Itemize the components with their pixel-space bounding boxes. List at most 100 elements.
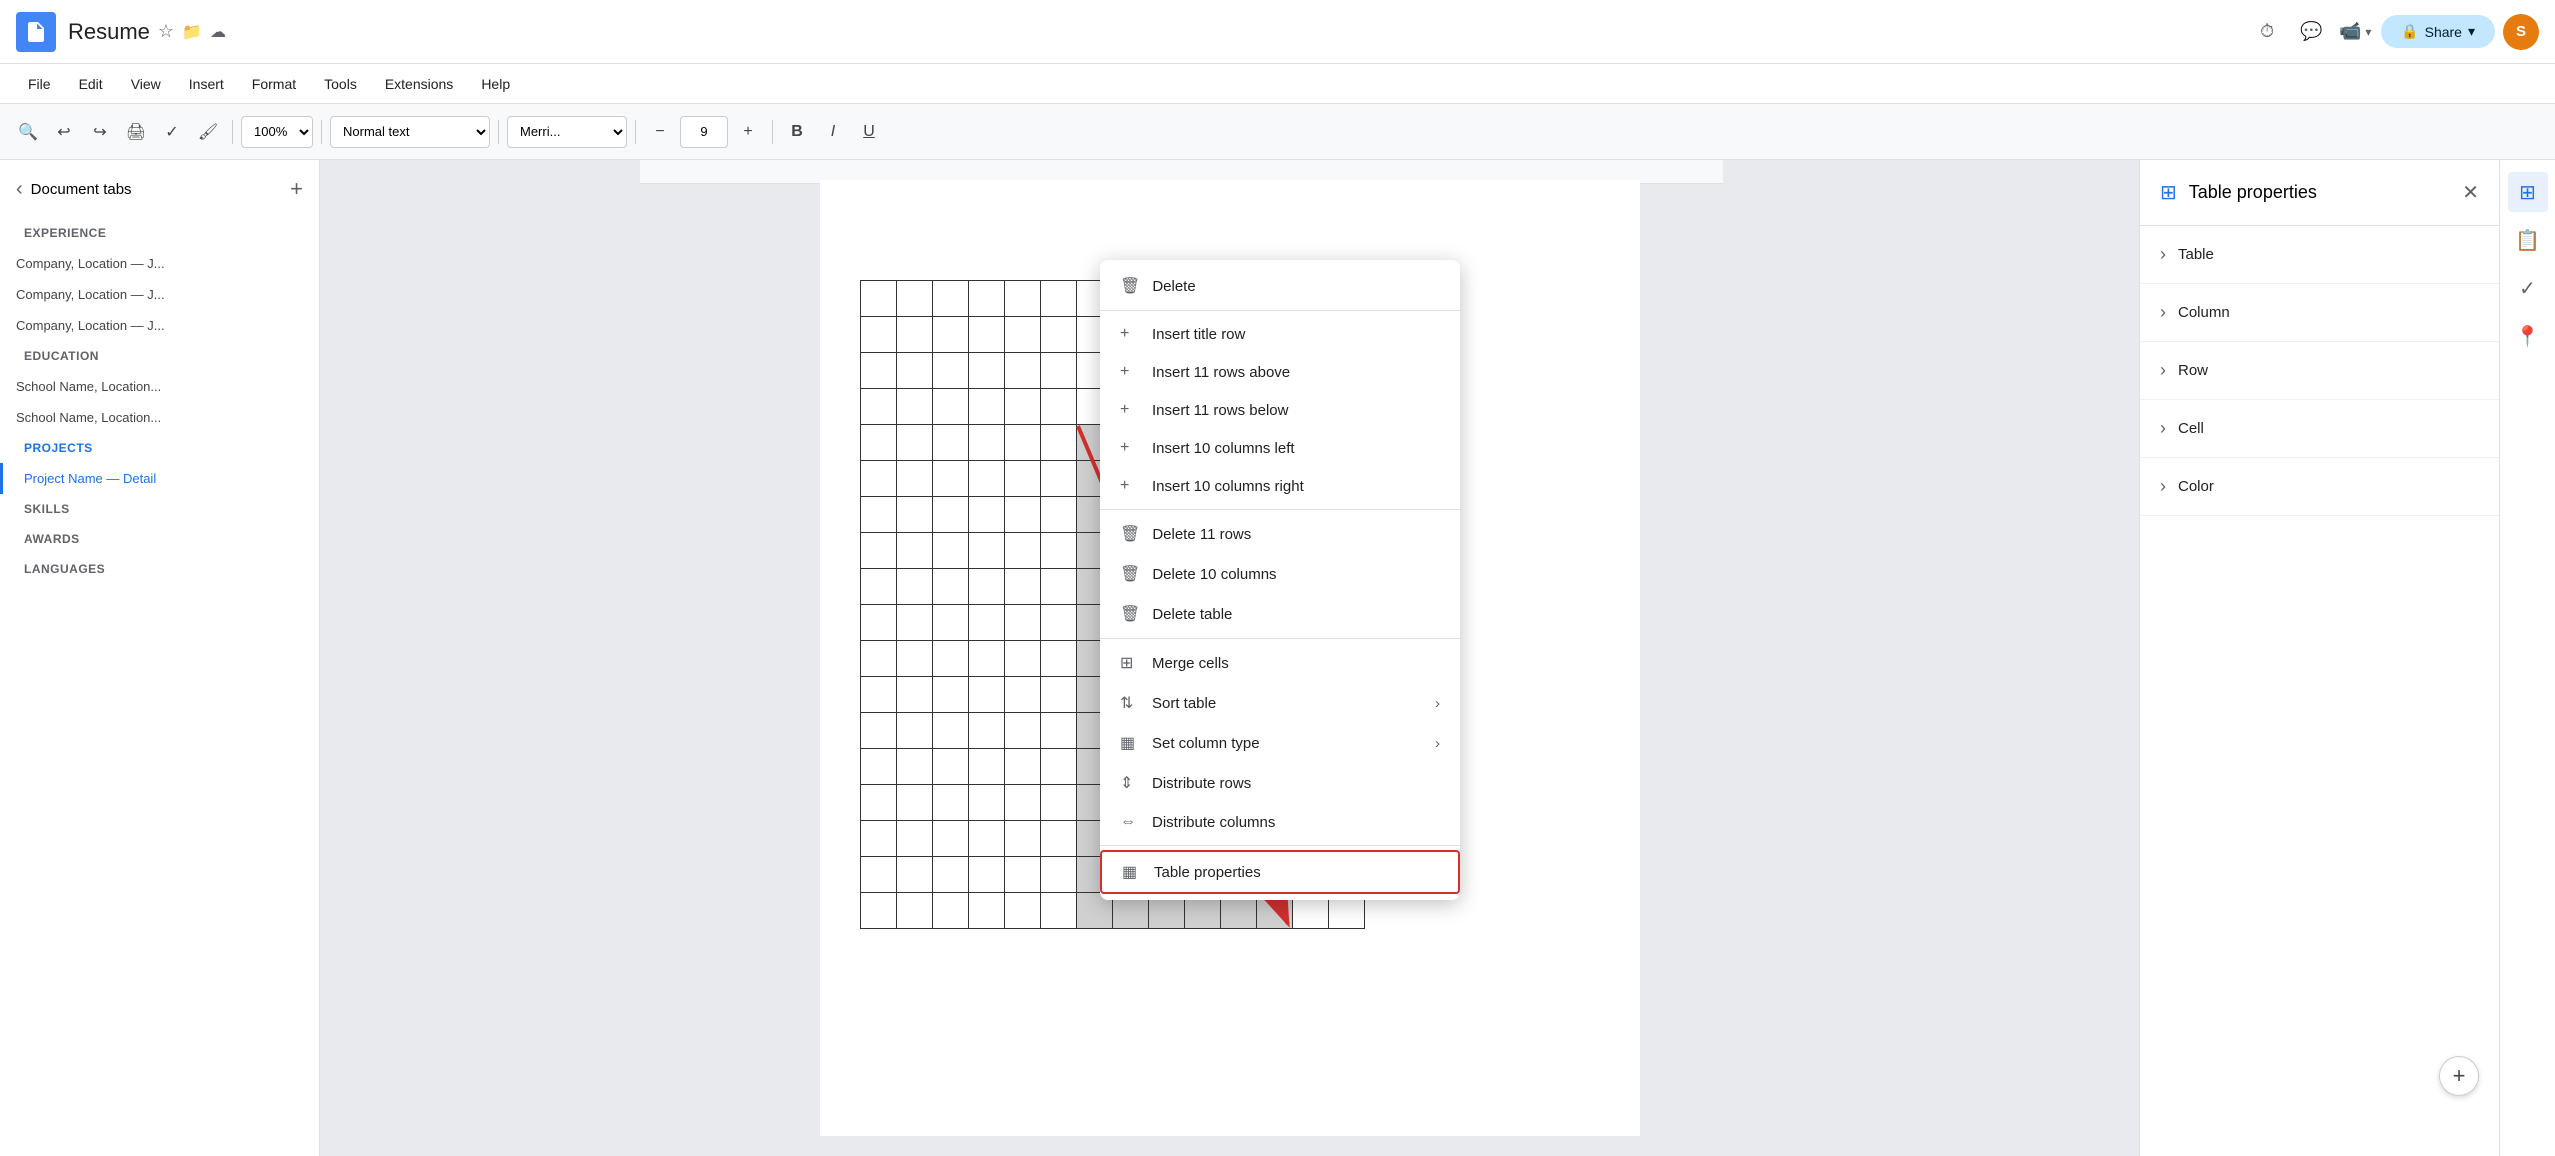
strip-table-icon[interactable]: ⊞ [2508,172,2548,212]
table-cell[interactable] [932,677,968,713]
table-cell[interactable] [968,641,1004,677]
table-cell[interactable] [1004,893,1040,929]
table-cell[interactable] [1040,389,1076,425]
table-cell[interactable] [896,641,932,677]
table-cell[interactable] [1004,569,1040,605]
table-cell[interactable] [1004,713,1040,749]
table-cell[interactable] [896,389,932,425]
ctx-sort-table[interactable]: ⇅ Sort table › [1100,683,1460,723]
table-cell[interactable] [968,281,1004,317]
table-cell[interactable] [860,533,896,569]
table-cell[interactable] [1004,533,1040,569]
strip-task-icon[interactable]: ✓ [2508,268,2548,308]
ctx-distribute-rows[interactable]: ⇕ Distribute rows [1100,763,1460,803]
table-cell[interactable] [1040,785,1076,821]
ctx-table-properties[interactable]: ▦ Table properties [1100,850,1460,894]
table-cell[interactable] [932,425,968,461]
table-cell[interactable] [860,389,896,425]
ctx-insert-rows-below[interactable]: + Insert 11 rows below [1100,391,1460,429]
table-cell[interactable] [968,713,1004,749]
sidebar-item-company2[interactable]: Company, Location — J... [0,279,319,310]
table-cell[interactable] [896,281,932,317]
folder-icon[interactable]: 📁 [182,22,202,42]
meet-icon[interactable]: 📹▾ [2337,14,2373,50]
underline-btn[interactable]: U [853,116,885,148]
table-cell[interactable] [1040,569,1076,605]
table-cell[interactable] [1040,893,1076,929]
table-cell[interactable] [860,461,896,497]
table-cell[interactable] [860,677,896,713]
table-cell[interactable] [1004,425,1040,461]
font-size-input[interactable] [680,116,728,148]
panel-section-column[interactable]: › Column [2140,284,2499,342]
app-icon[interactable] [16,12,56,52]
table-cell[interactable] [1004,281,1040,317]
table-cell[interactable] [860,497,896,533]
table-cell[interactable] [860,317,896,353]
table-cell[interactable] [1040,605,1076,641]
table-cell[interactable] [1040,677,1076,713]
strip-maps-icon[interactable]: 📍 [2508,316,2548,356]
table-cell[interactable] [896,497,932,533]
table-cell[interactable] [1004,749,1040,785]
table-cell[interactable] [1004,821,1040,857]
panel-section-color[interactable]: › Color [2140,458,2499,516]
table-cell[interactable] [932,749,968,785]
menu-edit[interactable]: Edit [67,72,115,96]
sidebar-item-project1[interactable]: Project Name — Detail [0,463,319,494]
table-cell[interactable] [860,353,896,389]
table-cell[interactable] [932,821,968,857]
redo-btn[interactable]: ↪ [84,116,116,148]
ctx-delete-cols[interactable]: 🗑 Delete 10 columns [1100,554,1460,594]
undo-btn[interactable]: ↩ [48,116,80,148]
ctx-set-column-type[interactable]: ▦ Set column type › [1100,723,1460,763]
panel-section-table[interactable]: › Table [2140,226,2499,284]
table-cell[interactable] [896,857,932,893]
table-cell[interactable] [860,785,896,821]
table-cell[interactable] [1004,353,1040,389]
menu-tools[interactable]: Tools [312,72,369,96]
decrease-font-btn[interactable]: − [644,116,676,148]
table-cell[interactable] [968,533,1004,569]
table-cell[interactable] [932,461,968,497]
table-cell[interactable] [968,821,1004,857]
ctx-delete-rows[interactable]: 🗑 Delete 11 rows [1100,514,1460,554]
table-cell[interactable] [896,893,932,929]
table-cell[interactable] [1004,677,1040,713]
table-cell[interactable] [932,533,968,569]
table-cell[interactable] [932,281,968,317]
table-cell[interactable] [1040,497,1076,533]
table-cell[interactable] [968,605,1004,641]
table-cell[interactable] [1004,605,1040,641]
table-cell[interactable] [932,785,968,821]
table-cell[interactable] [1040,713,1076,749]
table-cell[interactable] [860,893,896,929]
ctx-insert-cols-left[interactable]: + Insert 10 columns left [1100,429,1460,467]
table-cell[interactable] [968,677,1004,713]
share-button[interactable]: 🔒 Share ▾ [2381,15,2495,48]
table-cell[interactable] [860,569,896,605]
table-cell[interactable] [932,353,968,389]
ctx-insert-cols-right[interactable]: + Insert 10 columns right [1100,467,1460,505]
table-cell[interactable] [932,317,968,353]
table-cell[interactable] [968,353,1004,389]
panel-section-row[interactable]: › Row [2140,342,2499,400]
table-cell[interactable] [932,389,968,425]
table-cell[interactable] [1004,317,1040,353]
table-cell[interactable] [1040,641,1076,677]
table-cell[interactable] [1004,641,1040,677]
table-cell[interactable] [860,749,896,785]
table-cell[interactable] [932,641,968,677]
table-cell[interactable] [932,605,968,641]
history-icon[interactable]: ⏱ [2249,14,2285,50]
table-cell[interactable] [968,893,1004,929]
table-cell[interactable] [1004,785,1040,821]
style-select[interactable]: Normal text [330,116,490,148]
zoom-select[interactable]: 100% [241,116,313,148]
print-btn[interactable]: 🖨 [120,116,152,148]
table-cell[interactable] [860,641,896,677]
ctx-distribute-cols[interactable]: ⇔ Distribute columns [1100,803,1460,841]
sidebar-item-company3[interactable]: Company, Location — J... [0,310,319,341]
table-cell[interactable] [1040,317,1076,353]
doc-title[interactable]: Resume [68,19,150,45]
